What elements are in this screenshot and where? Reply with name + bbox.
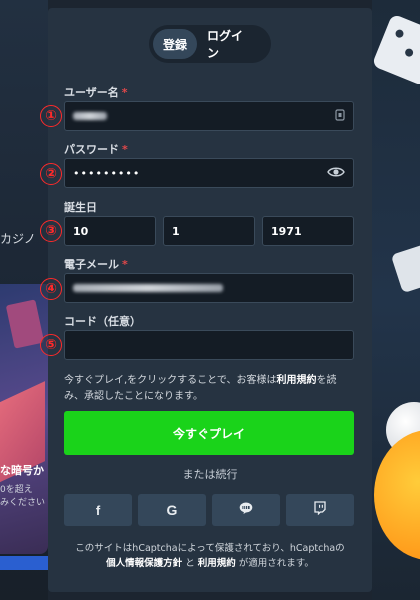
background-promo-card: な暗号か 0を超え みください — [0, 284, 48, 554]
email-value-blurred — [73, 284, 223, 292]
annotation-marker-1: ① — [40, 105, 62, 127]
birth-day-input[interactable]: 10 — [64, 216, 156, 246]
annotation-marker-5: ⑤ — [40, 334, 62, 356]
promo-subtitle-line-1: 0を超え — [0, 485, 33, 495]
social-login-row: f G — [64, 494, 354, 526]
hcaptcha-text-2: が適用されます。 — [235, 558, 314, 569]
tab-register[interactable]: 登録 — [153, 29, 197, 59]
username-input[interactable] — [64, 101, 354, 131]
hcaptcha-and-text: と — [182, 558, 198, 569]
or-continue-text: または続行 — [182, 468, 238, 481]
terms-notice: 今すぐプレイ,をクリックすることで、お客様は利用規約を読み、承認したことになりま… — [64, 373, 356, 405]
annotation-marker-4: ④ — [40, 278, 62, 300]
code-label-text: コード（任意） — [64, 315, 141, 328]
id-card-icon — [335, 109, 345, 123]
annotation-marker-2: ② — [40, 163, 62, 185]
play-now-button[interactable]: 今すぐプレイ — [64, 411, 354, 455]
background-right — [372, 0, 420, 600]
email-label-text: 電子メール — [64, 258, 119, 271]
privacy-policy-link[interactable]: 個人情報保護方針 — [106, 558, 182, 569]
birth-year-input[interactable]: 1971 — [262, 216, 354, 246]
promo-subtitle: 0を超え みください — [0, 484, 45, 510]
username-label-text: ユーザー名 — [64, 86, 119, 99]
eye-icon[interactable] — [327, 166, 345, 180]
twitch-icon — [313, 501, 327, 519]
twitch-login-button[interactable] — [286, 494, 354, 526]
auth-tabs: 登録 ログイン — [149, 25, 271, 63]
email-input[interactable] — [64, 273, 354, 303]
background-bottom-bar — [0, 556, 48, 570]
birthdate-label: 誕生日 — [64, 199, 97, 215]
facebook-icon: f — [95, 502, 101, 518]
terms-text-1: 今すぐプレイ,をクリックすることで、お客様は — [64, 375, 277, 386]
registration-modal: 登録 ログイン ユーザー名 * パスワード * ••••••••• 誕生日 10 1… — [40, 8, 372, 592]
required-mark: * — [122, 257, 128, 271]
username-value-blurred — [73, 112, 107, 120]
birth-month-input[interactable]: 1 — [163, 216, 255, 246]
hcaptcha-notice: このサイトはhCaptchaによって保護されており、hCaptchaの 個人情報… — [62, 541, 358, 571]
promo-subtitle-line-2: みください — [0, 498, 46, 508]
line-login-button[interactable] — [212, 494, 280, 526]
password-label-text: パスワード — [64, 143, 119, 156]
password-label: パスワード * — [64, 141, 128, 157]
password-input[interactable]: ••••••••• — [64, 158, 354, 188]
terms-of-use-link[interactable]: 利用規約 — [276, 375, 316, 386]
code-label: コード（任意） — [64, 313, 141, 329]
email-label: 電子メール * — [64, 256, 128, 272]
google-login-button[interactable]: G — [138, 494, 206, 526]
playing-card-image — [5, 299, 45, 349]
code-input[interactable] — [64, 330, 354, 360]
dice-image — [372, 13, 420, 87]
orange-orb-image — [374, 430, 420, 560]
google-icon: G — [166, 502, 178, 518]
tab-login[interactable]: ログイン — [197, 29, 263, 60]
background-left: カジノ な暗号か 0を超え みください — [0, 0, 48, 600]
hcaptcha-terms-link[interactable]: 利用規約 — [198, 558, 236, 569]
annotation-marker-3: ③ — [40, 220, 62, 242]
required-mark: * — [121, 85, 128, 99]
dice-image-small — [390, 242, 420, 294]
required-mark: * — [122, 142, 128, 156]
promo-title: な暗号か — [0, 464, 44, 477]
hcaptcha-text-1: このサイトはhCaptchaによって保護されており、hCaptchaの — [75, 543, 345, 554]
line-icon — [239, 501, 253, 519]
facebook-login-button[interactable]: f — [64, 494, 132, 526]
birthdate-label-text: 誕生日 — [64, 201, 97, 214]
username-label: ユーザー名 * — [64, 84, 128, 100]
password-value: ••••••••• — [73, 166, 141, 180]
